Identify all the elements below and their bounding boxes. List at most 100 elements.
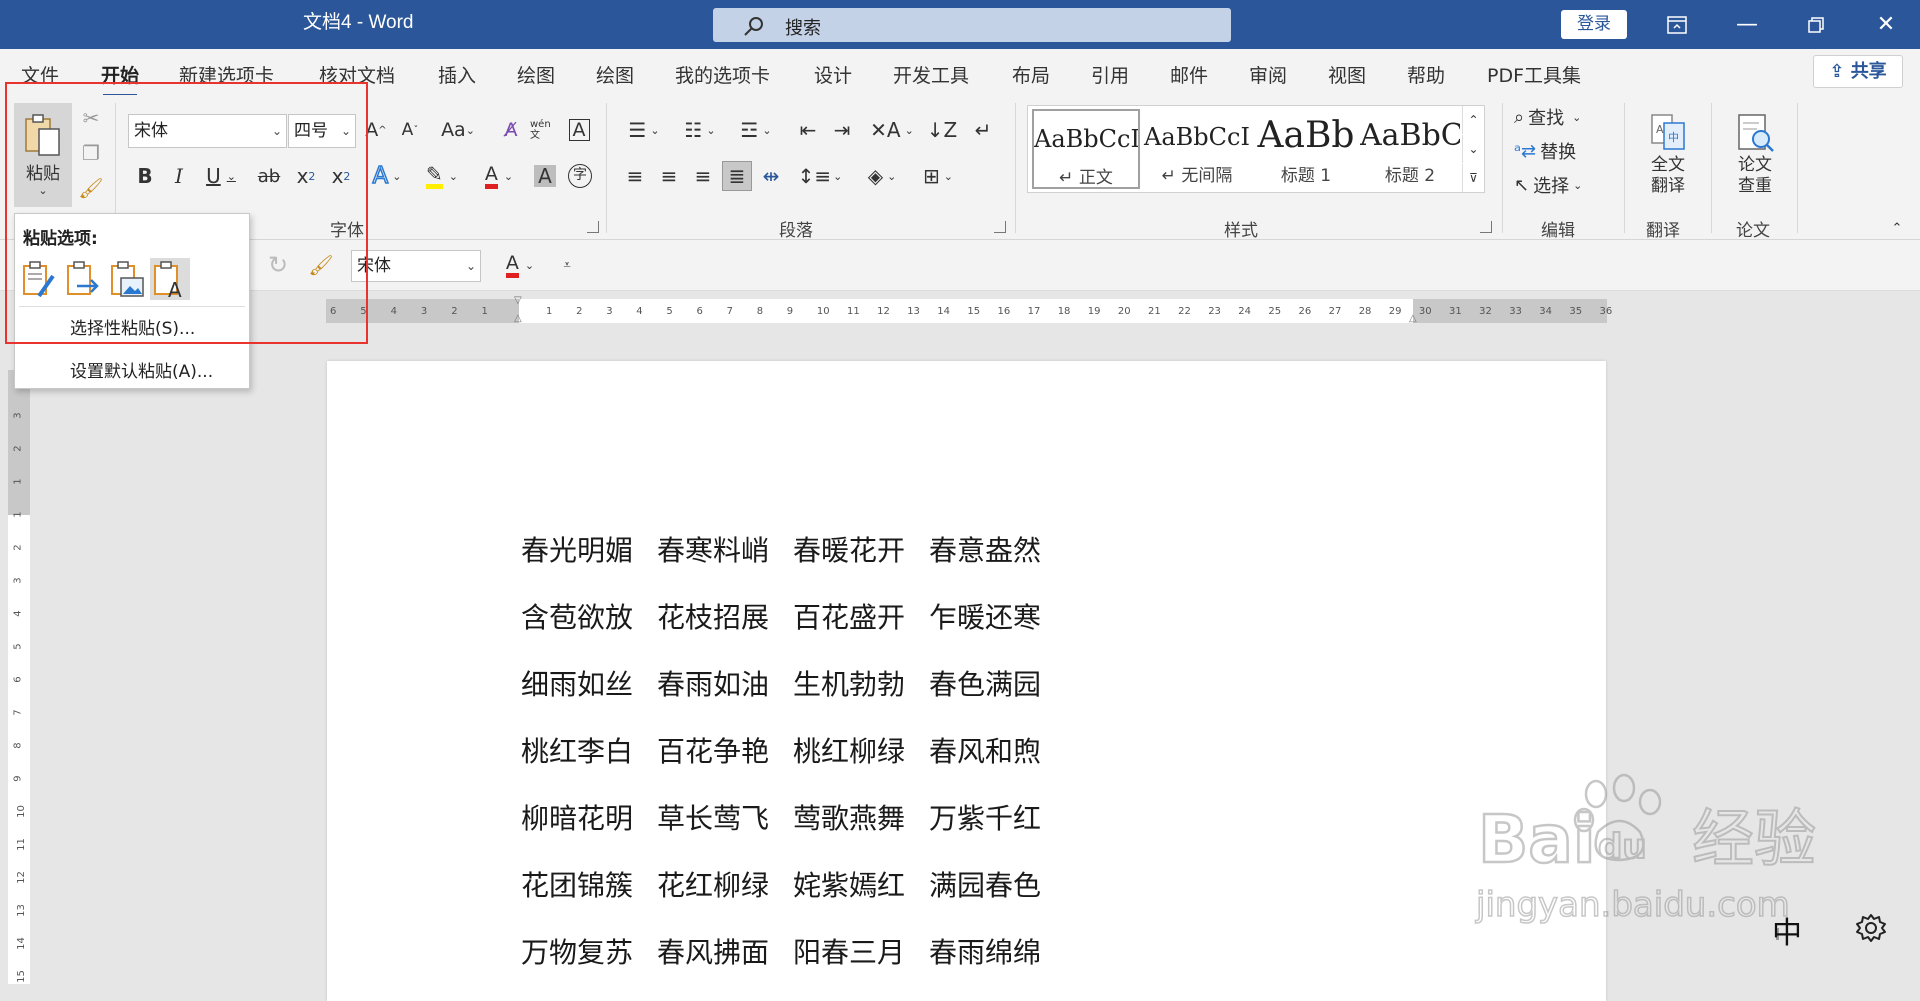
paper-check-button[interactable]: 论文 查重 xyxy=(1723,101,1787,207)
character-shading-icon[interactable]: A xyxy=(532,161,558,191)
ruler-tick: 34 xyxy=(1539,306,1553,317)
multilevel-list-icon[interactable]: ☲ ⌄ xyxy=(732,115,780,145)
document-phrase: 春风和煦 xyxy=(929,735,1042,768)
style-heading-2[interactable]: AaBbC 标题 2 xyxy=(1360,109,1460,189)
tab-review[interactable]: 审阅 xyxy=(1249,61,1287,88)
collapse-ribbon-icon[interactable]: ⌃ xyxy=(1886,219,1908,237)
clear-formatting-icon[interactable]: A̸ xyxy=(496,115,526,145)
align-left-icon[interactable]: ≡ xyxy=(620,161,650,191)
font-dialog-launcher-icon[interactable] xyxy=(587,221,599,233)
justify-icon[interactable]: ≣ xyxy=(722,161,752,191)
select-button[interactable]: ↖ 选择 ⌄ xyxy=(1514,171,1604,199)
minimize-icon[interactable]: — xyxy=(1727,8,1767,42)
style-heading-1[interactable]: AaBb 标题 1 xyxy=(1252,109,1360,189)
document-phrase: 花团锦簇 xyxy=(521,869,634,902)
ruler-tick: 30 xyxy=(1418,306,1432,317)
customize-qat-icon[interactable]: ⩡ xyxy=(556,250,578,280)
font-color-icon[interactable]: A ⌄ xyxy=(475,161,523,191)
sort-icon[interactable]: ↓Z xyxy=(927,115,957,145)
restore-icon[interactable] xyxy=(1796,8,1836,42)
tab-pdf-tools[interactable]: PDF工具集 xyxy=(1487,61,1581,88)
search-icon xyxy=(744,17,763,36)
ruler-tick: 2 xyxy=(576,306,583,317)
document-phrase: 春暖花开 xyxy=(793,534,906,567)
shrink-font-icon[interactable]: Aˇ xyxy=(396,115,424,145)
styles-more-icon[interactable]: ⊽ xyxy=(1462,164,1484,192)
tab-draw[interactable]: 绘图 xyxy=(517,61,555,88)
paragraph-dialog-launcher-icon[interactable] xyxy=(994,221,1006,233)
tab-draw-2[interactable]: 绘图 xyxy=(596,61,634,88)
right-indent-marker-icon[interactable]: △ xyxy=(1409,313,1417,324)
align-center-icon[interactable]: ≡ xyxy=(654,161,684,191)
styles-scroll-up-icon[interactable]: ⌃ xyxy=(1462,106,1484,134)
ruler-tick: 3 xyxy=(12,577,24,584)
style-no-spacing[interactable]: AaBbCcI ↵ 无间隔 xyxy=(1143,109,1251,189)
bullets-icon[interactable]: ☰ ⌄ xyxy=(620,115,668,145)
tab-developer[interactable]: 开发工具 xyxy=(893,61,969,88)
phonetic-guide-button[interactable]: wén 文 xyxy=(530,115,560,145)
find-button[interactable]: ⌕ 查找 ⌄ xyxy=(1514,103,1604,131)
search-placeholder: 搜索 xyxy=(785,18,821,39)
replace-label: 替换 xyxy=(1540,142,1577,163)
style-name: 标题 2 xyxy=(1384,166,1436,186)
styles-dialog-launcher-icon[interactable] xyxy=(1480,221,1492,233)
tab-mailings[interactable]: 邮件 xyxy=(1170,61,1208,88)
watermark-jingyan: 经验 xyxy=(1692,802,1816,875)
first-line-indent-marker-icon[interactable]: ▽ xyxy=(514,295,522,306)
replace-button[interactable]: ᵃ⇄ 替换 xyxy=(1514,137,1604,165)
share-button[interactable]: ⇪ 共享 xyxy=(1813,55,1903,88)
close-icon[interactable]: ✕ xyxy=(1866,8,1906,42)
ruler-tick: 32 xyxy=(1479,306,1492,317)
increase-indent-icon[interactable]: ⇥ xyxy=(827,115,857,145)
borders-icon[interactable]: ⊞ ⌄ xyxy=(914,161,962,191)
hanging-indent-marker-icon[interactable]: △ xyxy=(514,313,522,324)
chinese-layout-icon[interactable]: ✕A ⌄ xyxy=(866,115,918,145)
qat-font-combo[interactable]: 宋体 ⌄ xyxy=(351,250,481,282)
tab-my-tab[interactable]: 我的选项卡 xyxy=(675,61,770,88)
tab-insert[interactable]: 插入 xyxy=(438,61,476,88)
qat-font-color-icon[interactable]: A ⌄ xyxy=(496,250,544,280)
show-marks-icon[interactable]: ↵ xyxy=(968,115,998,145)
ruler-tick: 6 xyxy=(12,676,24,683)
full-translate-button[interactable]: A中 全文 翻译 xyxy=(1636,101,1700,207)
ruler-tick: 31 xyxy=(1449,306,1462,317)
highlight-color-icon[interactable]: ✎ ⌄ xyxy=(418,161,466,191)
decrease-indent-icon[interactable]: ⇤ xyxy=(793,115,823,145)
ime-mode-indicator[interactable]: 中 xyxy=(1772,908,1802,952)
document-phrase: 草长莺飞 xyxy=(657,802,770,835)
numbering-icon[interactable]: ☷ ⌄ xyxy=(676,115,724,145)
ruler-tick: 17 xyxy=(1027,306,1041,317)
enclose-characters-icon[interactable]: 字 xyxy=(565,161,595,191)
change-case-button[interactable]: Aa ⌄ xyxy=(435,115,481,145)
watermark-du: du xyxy=(1598,827,1647,867)
styles-scroll-down-icon[interactable]: ⌄ xyxy=(1462,135,1484,163)
character-border-icon[interactable]: A xyxy=(564,115,594,145)
ribbon-display-options-icon[interactable] xyxy=(1657,8,1697,42)
set-default-paste-item[interactable]: 设置默认粘贴(A)... xyxy=(70,357,213,382)
style-normal[interactable]: AaBbCcI ↵ 正文 xyxy=(1032,109,1140,189)
search-box[interactable]: 搜索 xyxy=(713,8,1231,42)
tab-layout[interactable]: 布局 xyxy=(1012,61,1050,88)
ruler-tick: 19 xyxy=(1087,306,1101,317)
document-phrase: 春风拂面 xyxy=(657,936,770,969)
shading-icon[interactable]: ◈ ⌄ xyxy=(858,161,906,191)
highlight-annotation-box xyxy=(5,82,368,344)
ruler-tick: 26 xyxy=(1298,306,1312,317)
login-button[interactable]: 登录 xyxy=(1561,10,1627,39)
settings-gear-icon[interactable] xyxy=(1855,912,1887,944)
document-phrase: 姹紫嫣红 xyxy=(793,869,906,902)
tab-view[interactable]: 视图 xyxy=(1328,61,1366,88)
document-phrase: 桃红李白 xyxy=(521,735,634,768)
document-page[interactable]: 春光明媚 春寒料峭 春暖花开 春意盎然 含苞欲放 花枝招展 百花盛开 乍暖还寒 细雨如丝 春雨如油… xyxy=(327,361,1606,1001)
align-right-icon[interactable]: ≡ xyxy=(688,161,718,191)
ruler-tick: 4 xyxy=(390,306,397,317)
tab-help[interactable]: 帮助 xyxy=(1407,61,1445,88)
horizontal-ruler[interactable]: 6 5 4 3 2 1 1 2 3 4 5 6 7 8 9 10 11 12 13 14 15 16 17 18 19 20 21 2… xyxy=(326,295,1612,324)
line-spacing-icon[interactable]: ↕≡ ⌄ xyxy=(796,161,844,191)
tab-references[interactable]: 引用 xyxy=(1091,61,1129,88)
vertical-ruler[interactable]: 3 2 1 1 2 3 4 5 6 7 8 9 10 11 12 13 14 15 xyxy=(8,370,30,984)
tab-design[interactable]: 设计 xyxy=(814,61,852,88)
chevron-down-icon: ⌄ xyxy=(465,259,476,273)
distributed-icon[interactable]: ⇹ xyxy=(756,161,786,191)
text-effects-icon[interactable]: A ⌄ xyxy=(365,161,409,191)
